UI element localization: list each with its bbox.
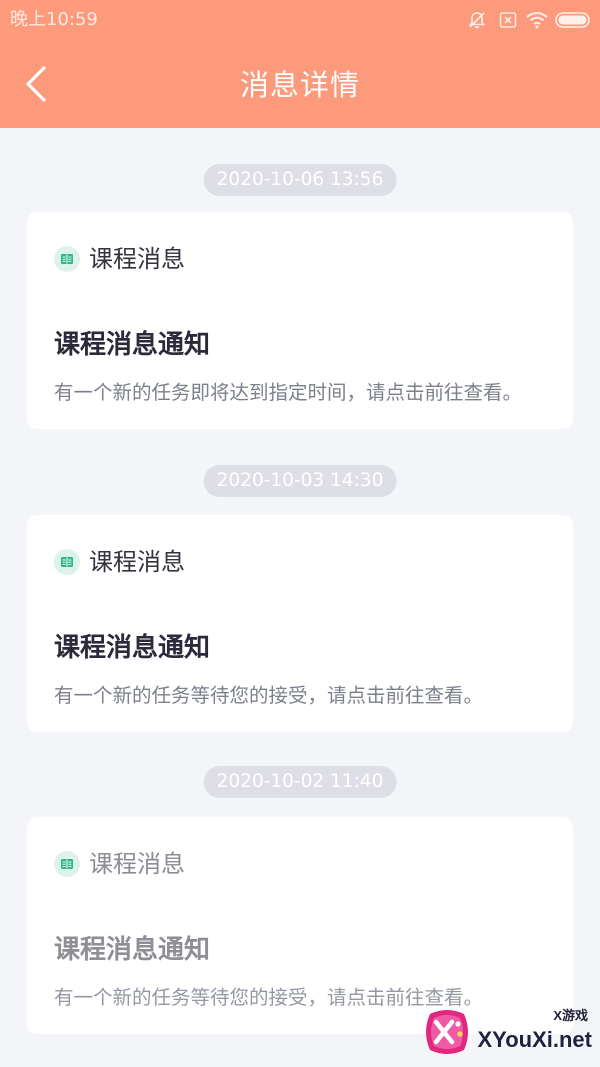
message-body: 有一个新的任务等待您的接受，请点击前往查看。 bbox=[54, 986, 484, 1009]
message-category: 课程消息 bbox=[89, 850, 185, 878]
book-icon bbox=[54, 851, 80, 877]
status-time: 晚上10:59 bbox=[10, 9, 98, 30]
message-card[interactable]: 课程消息 课程消息通知 有一个新的任务即将达到指定时间，请点击前往查看。 bbox=[27, 212, 573, 429]
message-timestamp: 2020-10-06 13:56 bbox=[203, 164, 397, 196]
message-title: 课程消息通知 bbox=[54, 330, 211, 360]
book-icon bbox=[54, 246, 80, 272]
message-timestamp: 2020-10-03 14:30 bbox=[203, 465, 397, 497]
status-bar: 晚上10:59 bbox=[0, 0, 600, 40]
message-card[interactable]: 课程消息 课程消息通知 有一个新的任务等待您的接受，请点击前往查看。 bbox=[27, 515, 573, 732]
gamepad-logo-icon bbox=[426, 1010, 468, 1054]
message-timestamp: 2020-10-02 11:40 bbox=[203, 766, 397, 798]
site-watermark: X游戏 XYouXi.net bbox=[422, 1000, 594, 1062]
message-category: 课程消息 bbox=[89, 548, 185, 576]
message-body: 有一个新的任务即将达到指定时间，请点击前往查看。 bbox=[54, 381, 523, 404]
message-body: 有一个新的任务等待您的接受，请点击前往查看。 bbox=[54, 684, 484, 707]
watermark-brand: X游戏 bbox=[553, 1008, 588, 1023]
message-category: 课程消息 bbox=[89, 245, 185, 273]
book-icon bbox=[54, 549, 80, 575]
wifi-icon bbox=[526, 12, 548, 29]
page-title: 消息详情 bbox=[239, 68, 360, 102]
battery-icon bbox=[555, 12, 590, 28]
message-title: 课程消息通知 bbox=[54, 633, 211, 663]
message-title: 课程消息通知 bbox=[54, 935, 211, 965]
alarm-off-icon bbox=[468, 12, 486, 29]
navigation-header: 消息详情 bbox=[0, 40, 600, 128]
watermark-site: XYouXi.net bbox=[477, 1027, 593, 1052]
sim-card-icon bbox=[499, 12, 517, 28]
